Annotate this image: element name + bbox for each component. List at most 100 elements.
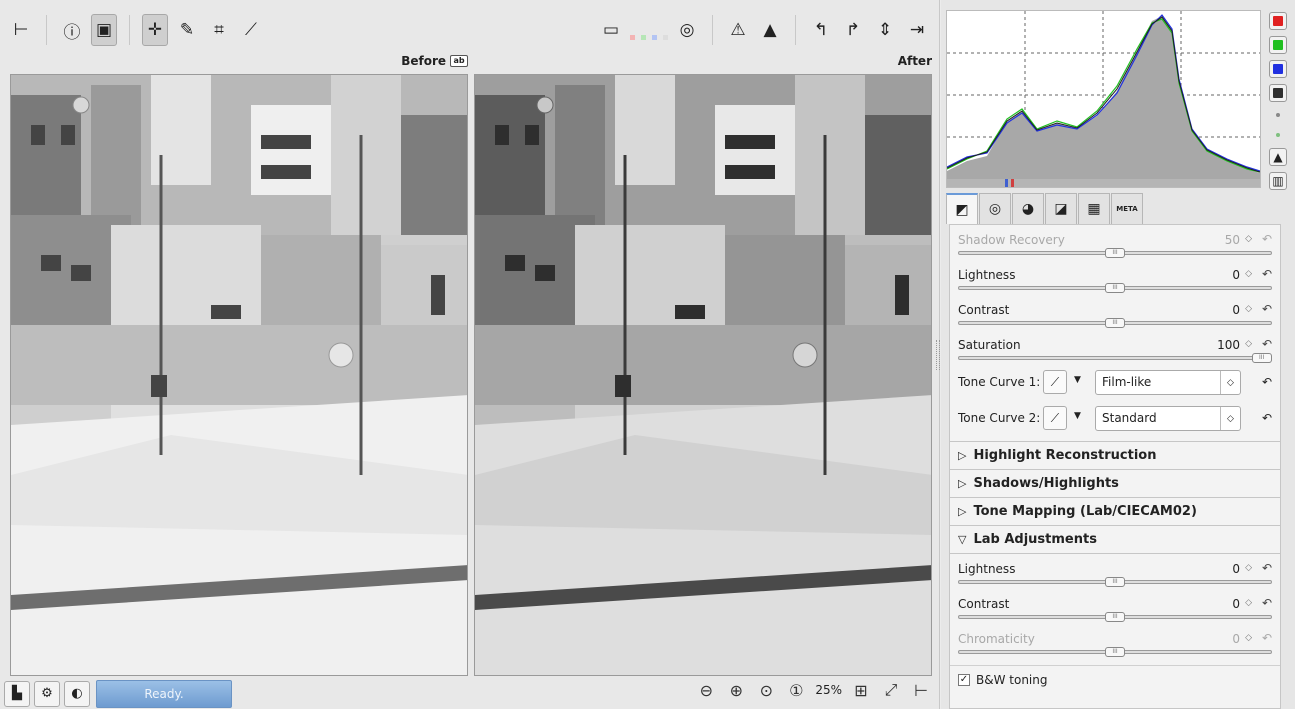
raw-dot-icon[interactable] — [1276, 133, 1280, 137]
bw-toning-checkbox[interactable]: ✓ — [958, 673, 970, 686]
external-editor-icon[interactable]: ◐ — [64, 680, 90, 707]
shadow-clipping-icon[interactable]: ⚠ — [725, 14, 751, 46]
info-icon[interactable]: ⓘ — [59, 14, 85, 46]
bar-toggle-icon[interactable]: ▲ — [1269, 148, 1287, 166]
lab-contrast-slider[interactable]: Contrast 0 ◇ ↶ III — [950, 589, 1280, 624]
spin-arrows-icon[interactable]: ◇ — [1245, 304, 1252, 314]
spin-arrows-icon[interactable]: ◇ — [1245, 563, 1252, 573]
slider-track[interactable]: III — [958, 248, 1272, 258]
reset-icon[interactable]: ↶ — [1262, 411, 1272, 425]
contrast-slider[interactable]: Contrast 0 ◇ ↶ III — [950, 295, 1280, 330]
luminance-swatch[interactable] — [663, 35, 668, 40]
curve-editor-icon[interactable]: ⟋ — [1043, 406, 1067, 430]
chromaticity-value[interactable]: 0 — [1232, 632, 1240, 646]
flip-horizontal-icon[interactable]: ⇥ — [904, 14, 930, 46]
slider-track[interactable]: III — [958, 318, 1272, 328]
after-image[interactable] — [474, 74, 932, 676]
tab-detail[interactable]: ◎ — [979, 193, 1011, 224]
rotate-right-icon[interactable]: ↱ — [840, 14, 866, 46]
shadows-highlights-header[interactable]: ▷ Shadows/Highlights — [950, 469, 1280, 497]
slider-track[interactable]: III — [958, 353, 1272, 363]
slider-handle[interactable]: III — [1105, 318, 1125, 328]
panel-resize-handle[interactable] — [936, 340, 940, 370]
reset-icon[interactable]: ↶ — [1262, 302, 1272, 316]
slider-handle[interactable]: III — [1105, 577, 1125, 587]
tone-curve-1-mode-select[interactable]: Film-like ◇ — [1095, 370, 1241, 395]
preview-mode-icon[interactable]: ▭ — [598, 14, 624, 46]
spin-arrows-icon[interactable]: ◇ — [1245, 234, 1252, 244]
spin-arrows-icon[interactable]: ◇ — [1245, 598, 1252, 608]
tone-curve-2-mode-select[interactable]: Standard ◇ — [1095, 406, 1241, 431]
spin-arrows-icon[interactable]: ◇ — [1245, 633, 1252, 643]
lightness-slider[interactable]: Lightness 0 ◇ ↶ III — [950, 260, 1280, 295]
flip-vertical-icon[interactable]: ⇕ — [872, 14, 898, 46]
highlight-clipping-icon[interactable]: ▲ — [757, 14, 783, 46]
tone-mapping-header[interactable]: ▷ Tone Mapping (Lab/CIECAM02) — [950, 497, 1280, 525]
slider-handle[interactable]: III — [1105, 612, 1125, 622]
dropdown-arrow-icon[interactable]: ▼ — [1074, 375, 1081, 385]
slider-handle[interactable]: III — [1251, 353, 1272, 363]
red-channel-toggle[interactable] — [1269, 12, 1287, 30]
straighten-tool-icon[interactable]: ⟋ — [238, 14, 264, 46]
queue-icon[interactable]: ⚙ — [34, 680, 60, 707]
spin-arrows-icon[interactable]: ◇ — [1245, 339, 1252, 349]
tab-transform[interactable]: ◪ — [1045, 193, 1077, 224]
blue-channel-swatch[interactable] — [652, 35, 657, 40]
saturation-value[interactable]: 100 — [1217, 338, 1240, 352]
shadow-recovery-value[interactable]: 50 — [1225, 233, 1240, 247]
red-channel-swatch[interactable] — [630, 35, 635, 40]
reset-icon[interactable]: ↶ — [1262, 631, 1272, 645]
slider-track[interactable]: III — [958, 283, 1272, 293]
highlight-reconstruction-header[interactable]: ▷ Highlight Reconstruction — [950, 441, 1280, 469]
new-detail-window-icon[interactable]: ⊞ — [850, 681, 872, 700]
zoom-out-icon[interactable]: ⊖ — [695, 681, 717, 700]
reset-icon[interactable]: ↶ — [1262, 375, 1272, 389]
bw-toning-checkbox-row[interactable]: ✓ B&W toning — [950, 665, 1280, 693]
slider-handle[interactable]: III — [1105, 647, 1125, 657]
before-image[interactable] — [10, 74, 468, 676]
hand-tool-icon[interactable]: ✛ — [142, 14, 168, 46]
reset-icon[interactable]: ↶ — [1262, 267, 1272, 281]
fullscreen-icon[interactable]: ⤢ — [880, 680, 902, 700]
hide-right-panel-icon[interactable]: ⊢ — [910, 681, 932, 700]
zoom-in-icon[interactable]: ⊕ — [725, 681, 747, 700]
reset-icon[interactable]: ↶ — [1262, 561, 1272, 575]
tab-raw[interactable]: ▦ — [1078, 193, 1110, 224]
blue-channel-toggle[interactable] — [1269, 60, 1287, 78]
save-image-icon[interactable]: ▙ — [4, 680, 30, 707]
spin-arrows-icon[interactable]: ◇ — [1245, 269, 1252, 279]
hide-left-panel-icon[interactable]: ⊢ — [8, 14, 34, 46]
green-channel-swatch[interactable] — [641, 35, 646, 40]
crop-tool-icon[interactable]: ⌗ — [206, 14, 232, 46]
tab-exposure[interactable]: ◩ — [946, 193, 978, 224]
lab-lightness-slider[interactable]: Lightness 0 ◇ ↶ III — [950, 554, 1280, 589]
dropdown-arrow-icon[interactable]: ▼ — [1074, 411, 1081, 421]
white-balance-picker-icon[interactable]: ✎ — [174, 14, 200, 46]
reset-icon[interactable]: ↶ — [1262, 337, 1272, 351]
green-channel-toggle[interactable] — [1269, 36, 1287, 54]
focus-mask-icon[interactable]: ◎ — [674, 14, 700, 46]
slider-track[interactable]: III — [958, 612, 1272, 622]
curve-editor-icon[interactable]: ⟋ — [1043, 370, 1067, 394]
before-lock-button[interactable]: ab — [450, 55, 468, 67]
slider-track[interactable]: III — [958, 647, 1272, 657]
chromaticity-slider[interactable]: Chromaticity 0 ◇ ↶ III — [950, 624, 1280, 659]
slider-handle[interactable]: III — [1105, 248, 1125, 258]
lab-adjustments-header[interactable]: ▽ Lab Adjustments — [950, 525, 1280, 553]
reset-icon[interactable]: ↶ — [1262, 596, 1272, 610]
contrast-value[interactable]: 0 — [1232, 303, 1240, 317]
tab-metadata[interactable]: META — [1111, 193, 1143, 224]
lab-contrast-value[interactable]: 0 — [1232, 597, 1240, 611]
slider-track[interactable]: III — [958, 577, 1272, 587]
zoom-fit-icon[interactable]: ⊙ — [755, 681, 777, 700]
luminance-channel-toggle[interactable] — [1269, 84, 1287, 102]
before-after-icon[interactable]: ▣ — [91, 14, 117, 46]
lab-lightness-value[interactable]: 0 — [1232, 562, 1240, 576]
chroma-dot-icon[interactable] — [1276, 113, 1280, 117]
reset-icon[interactable]: ↶ — [1262, 232, 1272, 246]
lightness-value[interactable]: 0 — [1232, 268, 1240, 282]
saturation-slider[interactable]: Saturation 100 ◇ ↶ III — [950, 330, 1280, 365]
rotate-left-icon[interactable]: ↰ — [808, 14, 834, 46]
histogram-mode-icon[interactable]: ▥ — [1269, 172, 1287, 190]
tab-color[interactable]: ◕ — [1012, 193, 1044, 224]
